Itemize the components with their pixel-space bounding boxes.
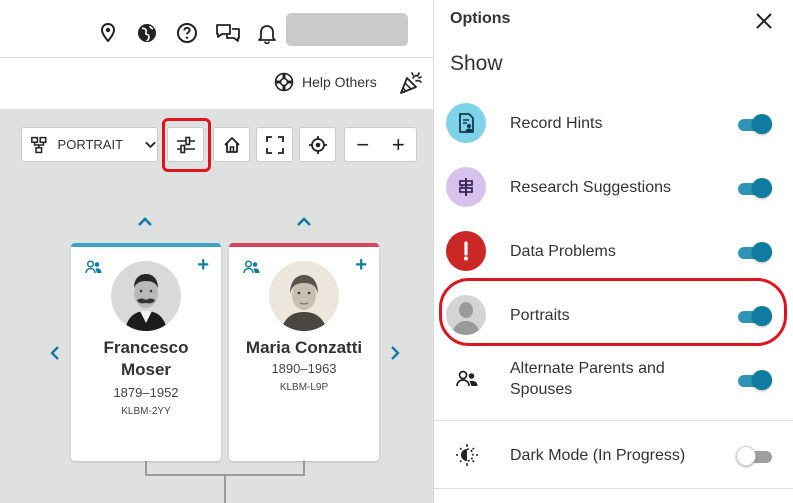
celebration-icon[interactable] — [398, 70, 424, 96]
location-pin-icon[interactable] — [97, 22, 119, 44]
option-research-suggestions: Research Suggestions — [434, 160, 793, 216]
tree-connector — [303, 461, 305, 475]
relationships-icon — [456, 370, 478, 387]
view-mode-dropdown[interactable]: PORTRAIT — [21, 127, 158, 162]
chevron-left-icon[interactable] — [49, 345, 61, 361]
panel-title: Options — [450, 10, 511, 27]
top-header — [0, 0, 433, 58]
view-mode-label: PORTRAIT — [57, 137, 124, 152]
help-others-button[interactable]: Help Others — [274, 72, 377, 92]
home-button[interactable] — [213, 127, 250, 162]
expand-parents-chevron-icon[interactable] — [296, 216, 312, 228]
person-name[interactable]: Francesco Moser — [71, 337, 221, 381]
person-id: KLBM-2YY — [121, 406, 171, 417]
zoom-out-button[interactable]: − — [356, 132, 369, 158]
person-name-line1: Francesco — [103, 338, 189, 357]
person-name-line2: Moser — [120, 360, 172, 379]
bell-icon[interactable] — [256, 22, 278, 44]
options-panel: Options Show Record Hints Research Sugge… — [433, 0, 793, 503]
add-person-icon[interactable]: + — [197, 255, 209, 275]
zoom-controls: − + — [344, 127, 417, 162]
exclamation-icon — [446, 231, 486, 271]
person-card[interactable]: + Francesco Moser 1879–1952 KLBM-2YY — [71, 243, 221, 461]
options-button-highlight — [162, 118, 211, 172]
fullscreen-button[interactable] — [256, 127, 293, 162]
option-label: Record Hints — [510, 115, 603, 132]
record-hints-toggle[interactable] — [736, 113, 774, 135]
record-hints-icon — [446, 103, 486, 143]
divider — [434, 420, 793, 421]
tree-view: Help Others PORTRAIT − + + Francesco Mos… — [0, 0, 433, 503]
expand-parents-chevron-icon[interactable] — [137, 216, 153, 228]
relationships-icon[interactable] — [243, 260, 261, 274]
option-label: Data Problems — [510, 243, 616, 260]
gender-stripe — [229, 243, 379, 247]
help-circle-icon[interactable] — [176, 22, 198, 44]
person-card[interactable]: + Maria Conzatti 1890–1963 KLBM-L9P — [229, 243, 379, 461]
person-name-line1: Maria Conzatti — [245, 338, 363, 357]
option-data-problems: Data Problems — [434, 224, 793, 280]
portrait-photo — [269, 261, 339, 331]
dark-mode-toggle[interactable] — [736, 445, 774, 467]
option-alternate-parents: Alternate Parents and Spouses — [434, 352, 793, 408]
close-icon[interactable] — [754, 11, 774, 31]
research-suggestions-icon — [446, 167, 486, 207]
section-heading: Show — [450, 52, 503, 75]
portraits-option-highlight — [439, 278, 787, 346]
option-label: Alternate Parents and Spouses — [510, 360, 665, 398]
recenter-button[interactable] — [299, 127, 336, 162]
option-label: Dark Mode (In Progress) — [510, 447, 686, 464]
fullscreen-icon — [265, 135, 284, 154]
option-label: Research Suggestions — [510, 179, 671, 196]
lifespan-dates: 1890–1963 — [271, 361, 337, 376]
help-others-icon — [274, 72, 294, 92]
portrait-photo — [111, 261, 181, 331]
crosshair-icon — [308, 135, 327, 154]
lifespan-dates: 1879–1952 — [113, 385, 179, 400]
relationships-icon[interactable] — [85, 260, 103, 274]
option-dark-mode: Dark Mode (In Progress) — [434, 428, 793, 484]
chat-icon[interactable] — [215, 22, 241, 44]
gender-stripe — [71, 243, 221, 247]
data-problems-toggle[interactable] — [736, 241, 774, 263]
divider — [434, 488, 793, 489]
home-icon — [223, 136, 240, 153]
globe-icon[interactable] — [136, 22, 158, 44]
chevron-right-icon[interactable] — [389, 345, 401, 361]
help-others-label: Help Others — [302, 74, 377, 90]
dark-mode-icon — [456, 444, 478, 466]
tree-structure-icon — [31, 136, 47, 153]
alternate-parents-toggle[interactable] — [736, 369, 774, 391]
chevron-down-icon — [145, 141, 156, 148]
add-person-icon[interactable]: + — [355, 255, 367, 275]
option-record-hints: Record Hints — [434, 96, 793, 152]
user-account-menu[interactable] — [286, 13, 408, 46]
person-name[interactable]: Maria Conzatti — [229, 337, 379, 359]
research-suggestions-toggle[interactable] — [736, 177, 774, 199]
zoom-in-button[interactable]: + — [392, 132, 405, 158]
tree-connector — [224, 474, 226, 503]
person-id: KLBM-L9P — [279, 382, 329, 393]
tree-connector — [145, 461, 147, 475]
